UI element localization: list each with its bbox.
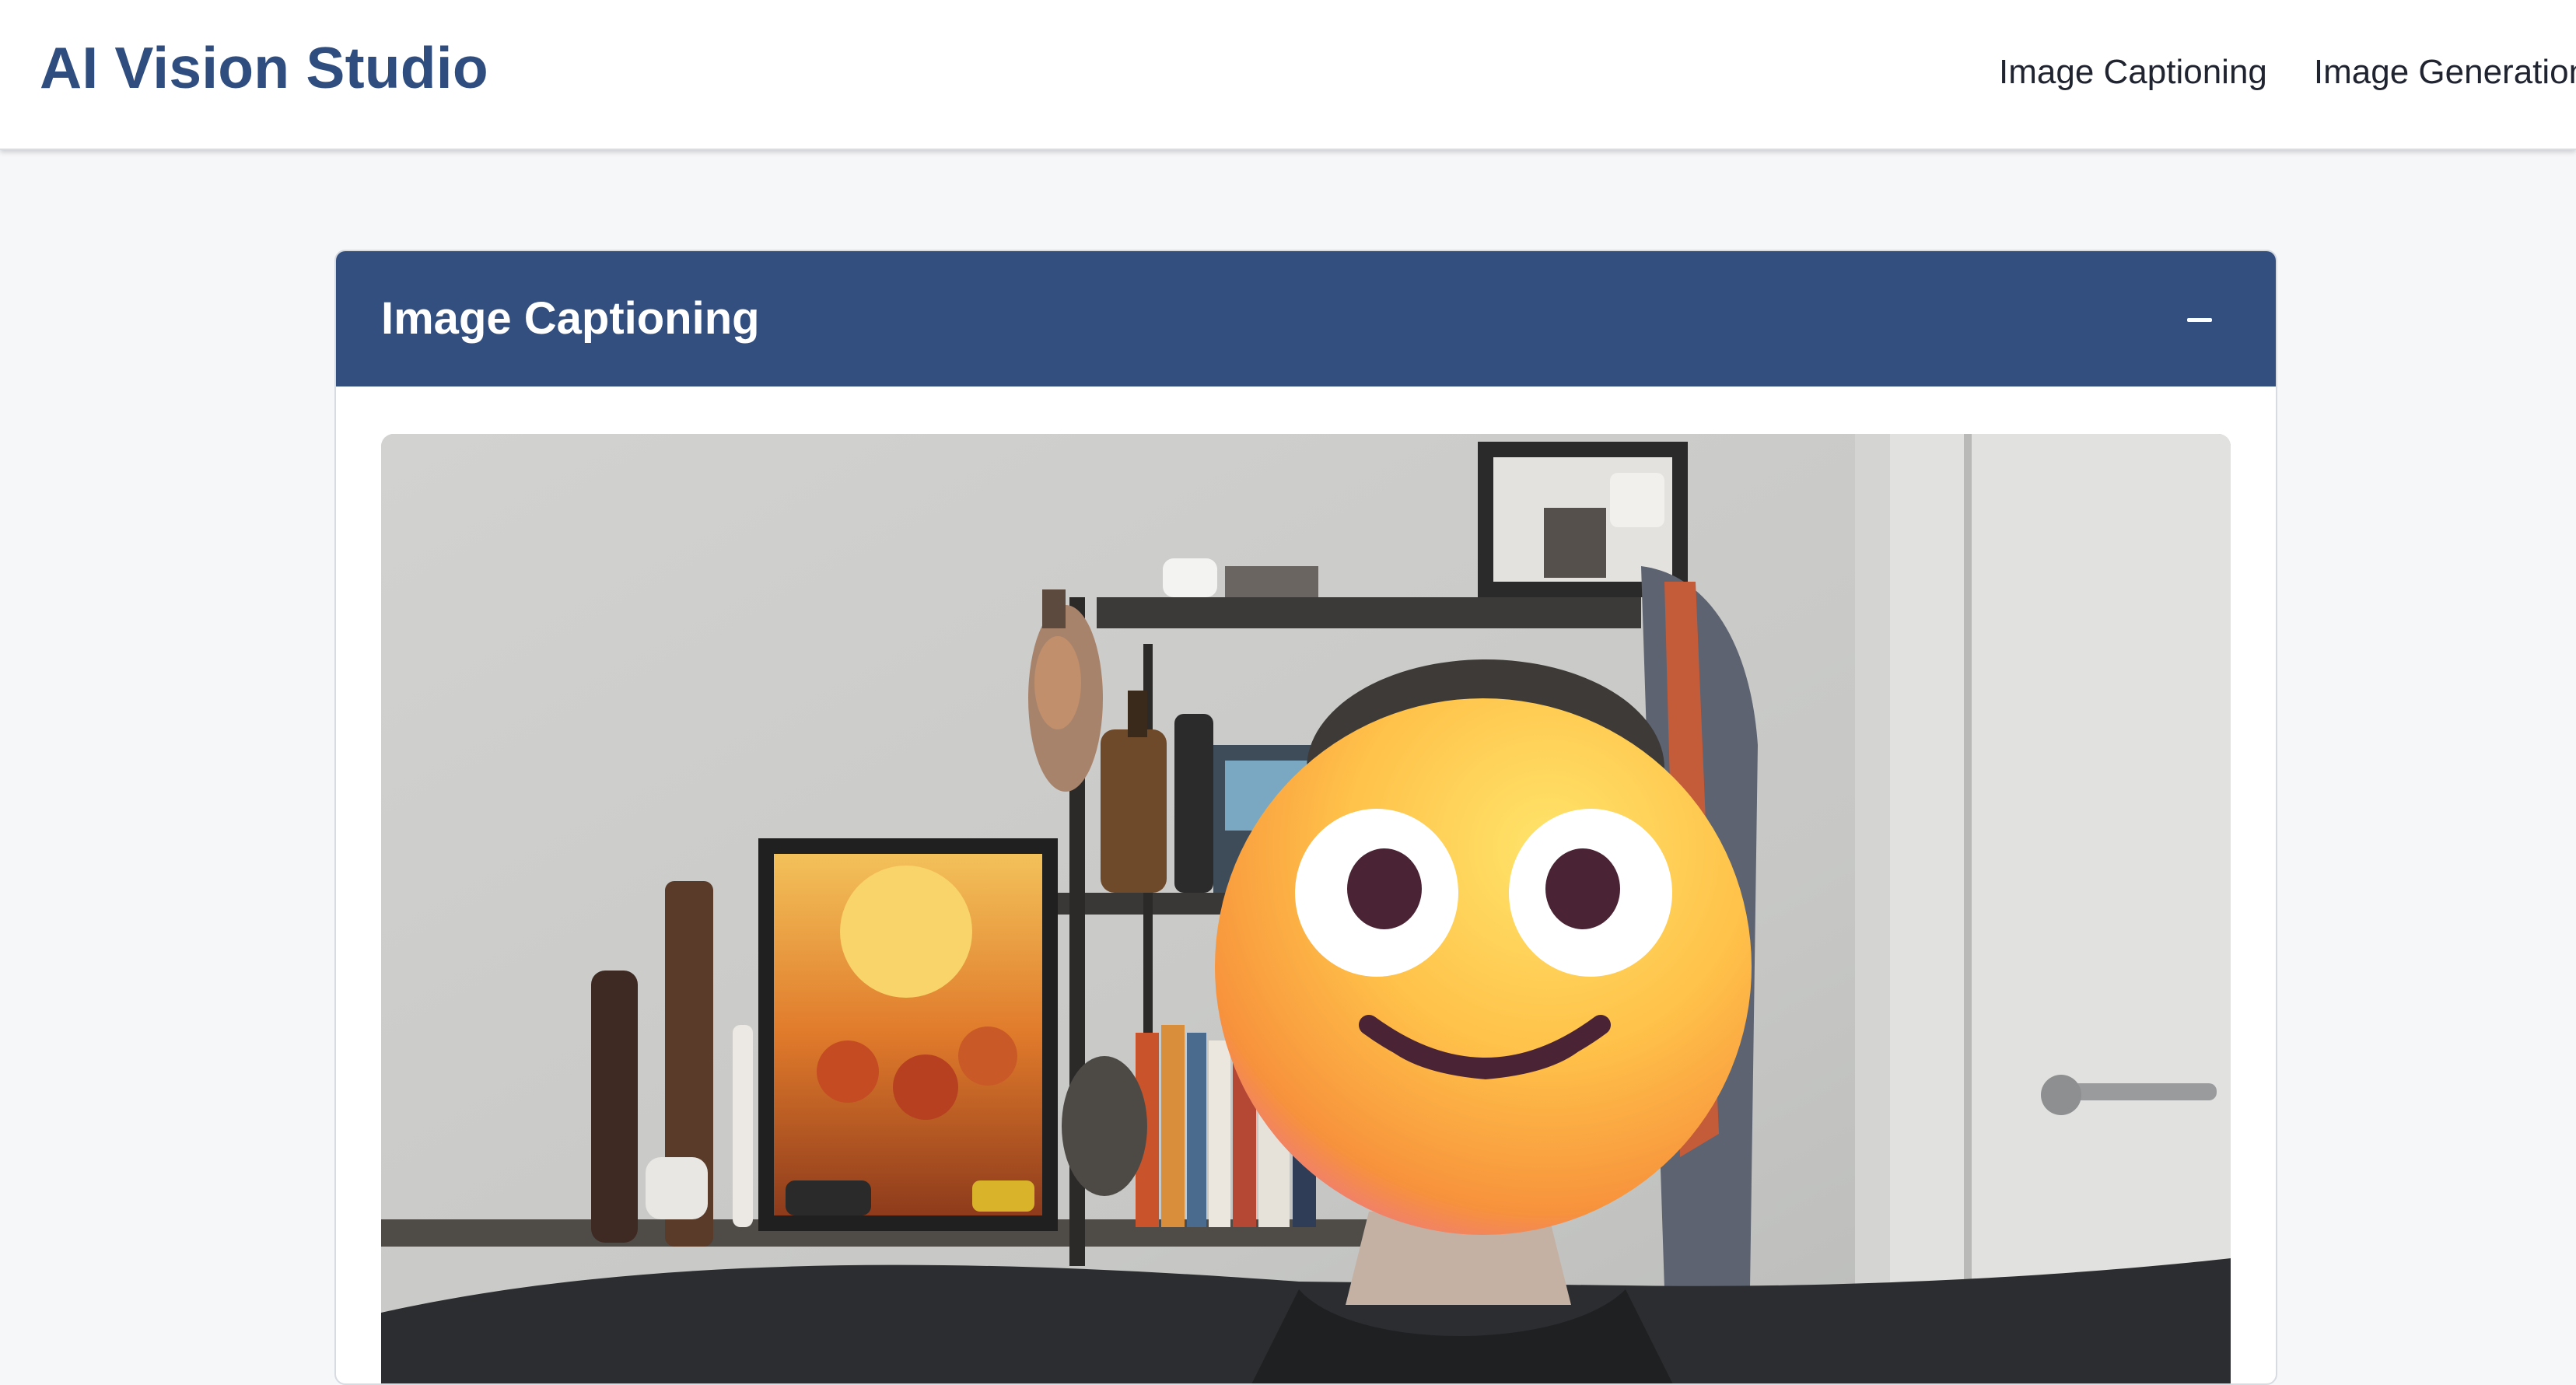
main-navigation: Image Captioning Image Generation xyxy=(1999,53,2576,92)
app-title[interactable]: AI Vision Studio xyxy=(40,34,488,101)
webcam-image xyxy=(381,434,2231,1383)
image-captioning-panel: Image Captioning xyxy=(334,250,2277,1385)
minus-icon[interactable] xyxy=(2187,306,2215,334)
nav-image-captioning[interactable]: Image Captioning xyxy=(1999,53,2267,92)
panel-title: Image Captioning xyxy=(381,293,760,344)
nav-image-generation[interactable]: Image Generation xyxy=(2314,53,2576,92)
panel-header[interactable]: Image Captioning xyxy=(336,251,2276,386)
top-navigation-bar: AI Vision Studio Image Captioning Image … xyxy=(0,0,2576,150)
webcam-scene xyxy=(381,434,2231,1383)
smiley-face-overlay xyxy=(1215,698,1752,1235)
